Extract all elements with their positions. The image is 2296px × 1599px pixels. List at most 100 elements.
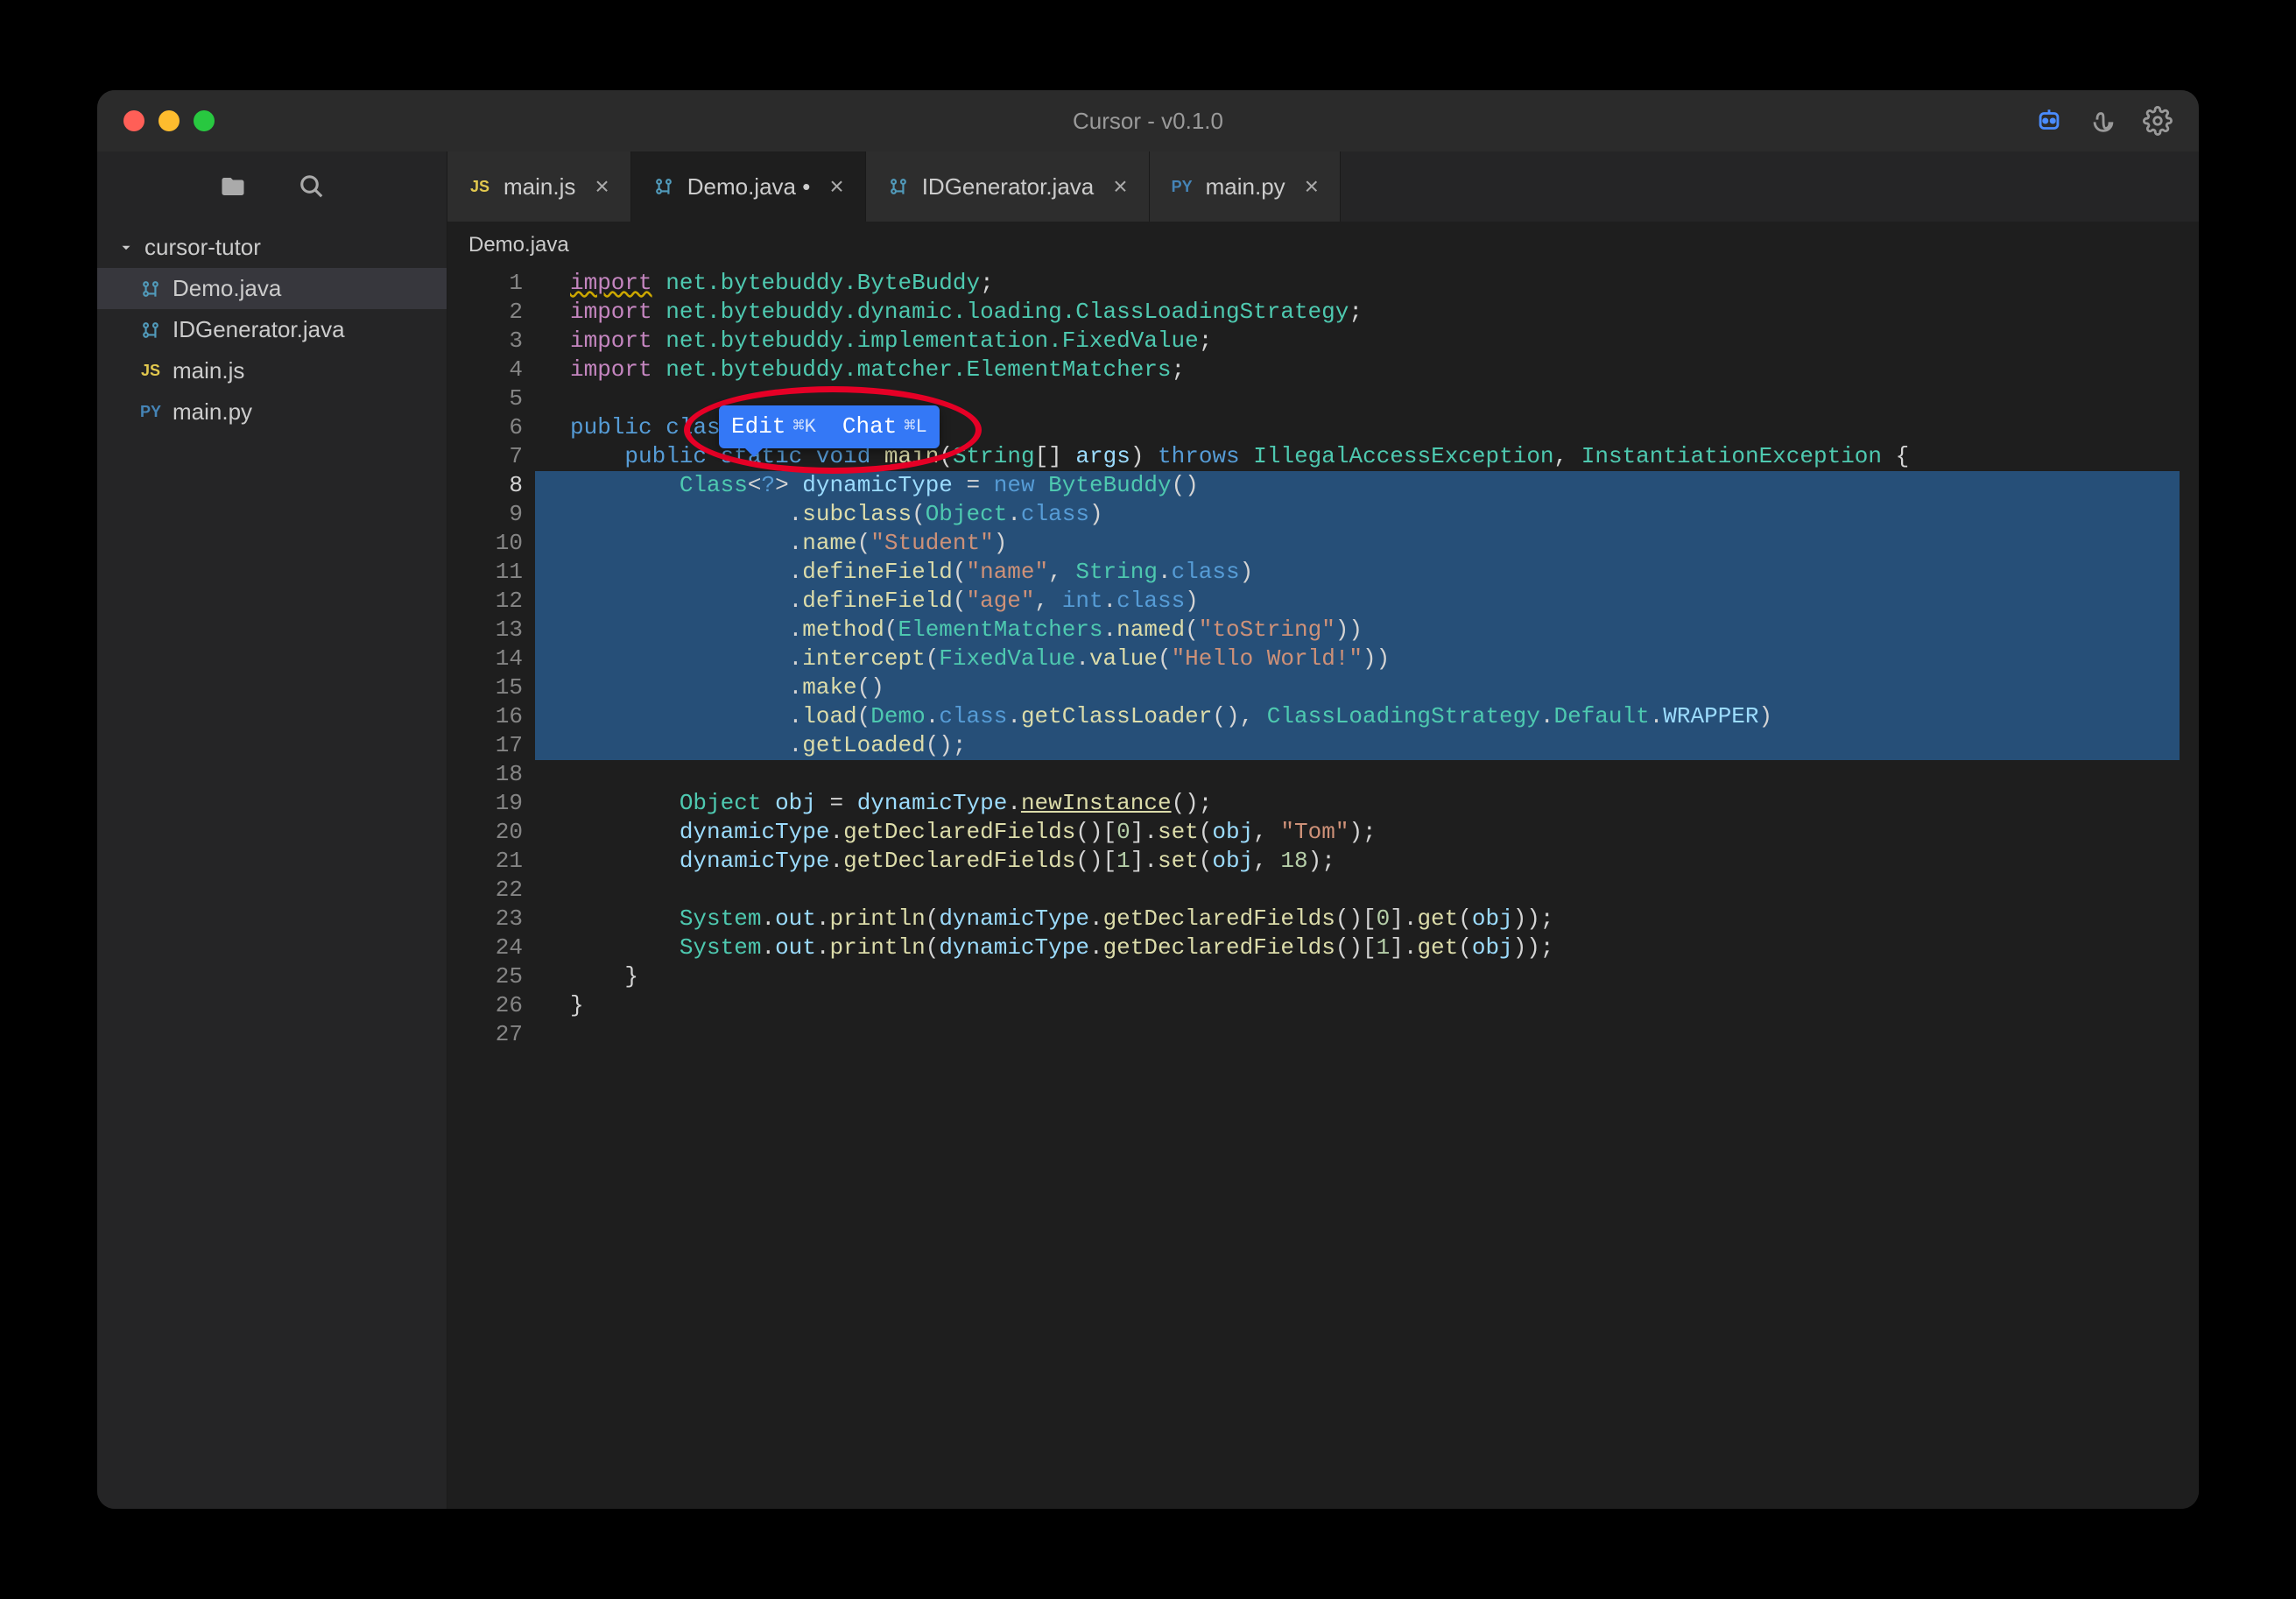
tab-close-icon[interactable]: × [1113,173,1127,201]
code-line[interactable]: .make() [535,673,2180,702]
chat-label: Chat [842,412,897,441]
editor[interactable]: 1⚠23456⌄7⌄8910111213141516171819⚠2021222… [447,269,2199,1509]
line-number: 6⌄ [447,413,523,442]
js-file-icon: JS [139,360,162,383]
tree-file-demo-java[interactable]: Demo.java [97,268,447,309]
line-number: 19⚠ [447,789,523,818]
tab-close-icon[interactable]: × [829,173,843,201]
search-icon[interactable] [299,173,325,200]
traffic-lights [123,110,215,131]
tree-file-label: main.py [173,398,252,426]
window-minimize-button[interactable] [158,110,180,131]
folder-label: cursor-tutor [144,234,261,261]
scrollbar[interactable] [2180,269,2199,1509]
code-line[interactable]: dynamicType.getDeclaredFields()[1].set(o… [535,847,2180,876]
code-line[interactable]: System.out.println(dynamicType.getDeclar… [535,933,2180,962]
code-line[interactable]: } [535,962,2180,991]
window-maximize-button[interactable] [194,110,215,131]
js-file-icon: JS [468,175,491,198]
line-number: 26 [447,991,523,1020]
java-file-icon [652,175,675,198]
code-line[interactable]: Class<?> dynamicType = new ByteBuddy() [535,471,2180,500]
code-line[interactable]: dynamicType.getDeclaredFields()[0].set(o… [535,818,2180,847]
line-number: 20 [447,818,523,847]
tree-file-idgenerator-java[interactable]: IDGenerator.java [97,309,447,350]
edit-action[interactable]: Edit ⌘K [731,412,816,441]
wave-icon[interactable] [2088,106,2118,136]
chevron-down-icon [118,240,134,256]
code-line[interactable] [535,1020,2180,1049]
app-window: Cursor - v0.1.0 [97,90,2199,1509]
code-line[interactable]: import net.bytebuddy.ByteBuddy; [535,269,2180,298]
body: cursor-tutor Demo.java IDGenerator.java JS… [97,151,2199,1509]
window-title: Cursor - v0.1.0 [1073,108,1223,135]
line-number: 18 [447,760,523,789]
tree-folder[interactable]: cursor-tutor [97,227,447,268]
code-line[interactable]: .getLoaded(); [535,731,2180,760]
file-tree: cursor-tutor Demo.java IDGenerator.java JS… [97,222,447,438]
folder-icon[interactable] [220,173,246,200]
line-number: 9 [447,500,523,529]
line-number: 17 [447,731,523,760]
sidebar-header [97,151,447,222]
line-number: 25 [447,962,523,991]
code-line[interactable]: .method(ElementMatchers.named("toString"… [535,616,2180,645]
settings-icon[interactable] [2143,106,2173,136]
chat-shortcut: ⌘L [904,412,926,441]
code-line[interactable]: import net.bytebuddy.implementation.Fixe… [535,327,2180,356]
code-line[interactable]: .defineField("age", int.class) [535,587,2180,616]
tab-label: Demo.java • [687,173,811,201]
code-line[interactable] [535,876,2180,905]
sidebar: cursor-tutor Demo.java IDGenerator.java JS… [97,151,447,1509]
line-number: 7⌄ [447,442,523,471]
java-file-icon [887,175,910,198]
java-file-icon [139,278,162,300]
py-file-icon: PY [139,401,162,424]
code-line[interactable]: import net.bytebuddy.matcher.ElementMatc… [535,356,2180,384]
editor-area: JSmain.js×Demo.java •×IDGenerator.java×P… [447,151,2199,1509]
tree-file-label: main.js [173,357,244,384]
tab-main-py[interactable]: PYmain.py× [1150,151,1341,222]
line-number: 23 [447,905,523,933]
code-line[interactable]: .subclass(Object.class) [535,500,2180,529]
ai-icon[interactable] [2034,106,2064,136]
tab-close-icon[interactable]: × [1305,173,1319,201]
line-number: 2 [447,298,523,327]
code-line[interactable]: .name("Student") [535,529,2180,558]
code-line[interactable]: .defineField("name", String.class) [535,558,2180,587]
tab-label: main.js [504,173,575,201]
tab-idgenerator-java[interactable]: IDGenerator.java × [866,151,1150,222]
edit-label: Edit [731,412,785,441]
inline-action-popup: Edit ⌘K Chat ⌘L [719,405,940,448]
line-number: 3 [447,327,523,356]
tab-close-icon[interactable]: × [595,173,609,201]
tree-file-main-js[interactable]: JS main.js [97,350,447,391]
titlebar-actions [2034,106,2173,136]
tab-main-js[interactable]: JS main.js × [447,151,631,222]
code-line[interactable] [535,760,2180,789]
line-number: 14 [447,645,523,673]
tabs: JSmain.js×Demo.java •×IDGenerator.java×P… [447,151,2199,222]
line-number: 27 [447,1020,523,1049]
tree-file-label: IDGenerator.java [173,316,345,343]
code-line[interactable]: Object obj = dynamicType.newInstance(); [535,789,2180,818]
window-close-button[interactable] [123,110,144,131]
code-line[interactable]: .load(Demo.class.getClassLoader(), Class… [535,702,2180,731]
tab-demo-java[interactable]: Demo.java • × [631,151,866,222]
tree-file-main-py[interactable]: PY main.py [97,391,447,433]
chat-action[interactable]: Chat ⌘L [842,412,927,441]
line-number: 5 [447,384,523,413]
line-number: 24 [447,933,523,962]
code-line[interactable]: System.out.println(dynamicType.getDeclar… [535,905,2180,933]
tab-label: IDGenerator.java [922,173,1095,201]
line-number: 8 [447,471,523,500]
code-line[interactable]: } [535,991,2180,1020]
breadcrumb-label: Demo.java [468,233,569,257]
code[interactable]: Edit ⌘K Chat ⌘L import net.bytebuddy.Byt… [535,269,2180,1509]
titlebar: Cursor - v0.1.0 [97,90,2199,151]
code-line[interactable]: import net.bytebuddy.dynamic.loading.Cla… [535,298,2180,327]
gutter: 1⚠23456⌄7⌄8910111213141516171819⚠2021222… [447,269,535,1509]
code-line[interactable]: .intercept(FixedValue.value("Hello World… [535,645,2180,673]
breadcrumb[interactable]: Demo.java [447,222,2199,269]
line-number: 22 [447,876,523,905]
